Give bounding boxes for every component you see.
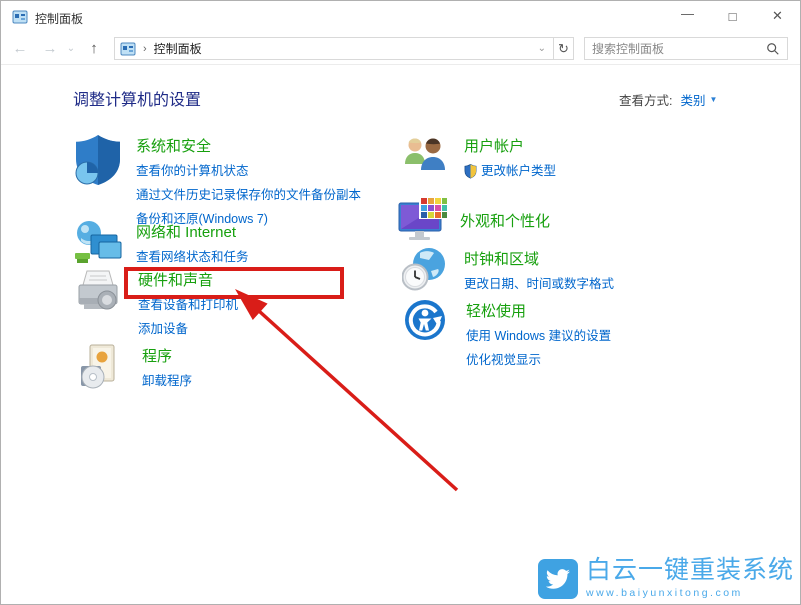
category-hardware-and-sound: 硬件和声音 查看设备和打印机 添加设备	[76, 268, 238, 344]
view-by-dropdown[interactable]: 类别 ▼	[680, 90, 717, 109]
close-button[interactable]: ✕	[755, 1, 800, 31]
watermark-title: 白云一键重装系统	[586, 558, 794, 583]
category-title-ease-of-access[interactable]: 轻松使用	[466, 300, 611, 321]
category-ease-of-access: 轻松使用 使用 Windows 建议的设置 优化视觉显示	[404, 299, 611, 375]
category-link[interactable]: 查看网络状态和任务	[136, 248, 249, 266]
forward-button[interactable]: →	[37, 32, 63, 65]
category-clock-and-region: 时钟和区域 更改日期、时间或数字格式	[402, 247, 614, 299]
minimize-button[interactable]: —	[665, 1, 710, 31]
titlebar: 控制面板 — □ ✕	[1, 1, 800, 32]
category-link[interactable]: 使用 Windows 建议的设置	[466, 327, 611, 345]
network-globe-icon[interactable]	[74, 220, 124, 271]
category-network-and-internet: 网络和 Internet 查看网络状态和任务	[74, 220, 249, 272]
search-box	[584, 37, 788, 60]
monitor-palette-icon[interactable]	[398, 196, 448, 247]
recent-pages-chevron-icon[interactable]: ⌄	[63, 32, 79, 65]
bird-logo-icon	[538, 559, 578, 599]
category-link[interactable]: 更改帐户类型	[481, 162, 556, 180]
maximize-button[interactable]: □	[710, 1, 755, 31]
watermark-url: www.baiyunxitong.com	[586, 587, 794, 599]
category-title-programs[interactable]: 程序	[142, 345, 192, 366]
search-input[interactable]	[585, 42, 766, 56]
category-link[interactable]: 更改日期、时间或数字格式	[464, 275, 614, 293]
search-icon[interactable]	[766, 42, 780, 56]
security-shield-icon[interactable]	[74, 134, 124, 192]
control-panel-icon	[12, 9, 28, 25]
category-title-appearance-and-personalization[interactable]: 外观和个性化	[460, 210, 550, 231]
category-link[interactable]: 通过文件历史记录保存你的文件备份副本	[136, 186, 361, 204]
watermark: 白云一键重装系统 www.baiyunxitong.com	[538, 558, 794, 599]
up-button[interactable]: ↑	[81, 32, 107, 65]
category-link[interactable]: 查看你的计算机状态	[136, 162, 361, 180]
category-link[interactable]: 添加设备	[138, 320, 238, 338]
uac-shield-icon	[464, 163, 477, 179]
category-link[interactable]: 查看设备和打印机	[138, 296, 238, 314]
control-panel-window: 控制面板 — □ ✕ ← → ⌄ ↑ › 控制面板 ⌄ ↻	[0, 0, 801, 605]
navigation-bar: ← → ⌄ ↑ › 控制面板 ⌄ ↻	[1, 32, 800, 65]
printer-icon[interactable]	[76, 268, 126, 319]
breadcrumb[interactable]: 控制面板	[154, 40, 538, 57]
address-dropdown-icon[interactable]: ⌄	[538, 43, 546, 54]
chevron-down-icon: ▼	[710, 95, 718, 104]
view-by-label: 查看方式:	[619, 90, 672, 109]
users-icon[interactable]	[402, 134, 452, 179]
category-title-user-accounts[interactable]: 用户帐户	[464, 135, 556, 156]
back-button[interactable]: ←	[7, 32, 33, 65]
ease-of-access-icon[interactable]	[404, 299, 454, 346]
category-title-clock-and-region[interactable]: 时钟和区域	[464, 248, 614, 269]
category-title-network-and-internet[interactable]: 网络和 Internet	[136, 221, 249, 242]
software-box-icon[interactable]	[80, 344, 130, 395]
address-bar[interactable]: › 控制面板 ⌄	[114, 37, 554, 60]
category-title-hardware-and-sound[interactable]: 硬件和声音	[138, 269, 238, 290]
category-title-system-and-security[interactable]: 系统和安全	[136, 135, 361, 156]
control-panel-icon	[120, 41, 136, 57]
refresh-button[interactable]: ↻	[553, 37, 574, 60]
window-title: 控制面板	[35, 10, 83, 27]
view-by-control: 查看方式: 类别 ▼	[619, 90, 717, 109]
category-link[interactable]: 卸载程序	[142, 372, 192, 390]
category-programs: 程序 卸载程序	[80, 344, 192, 396]
category-link[interactable]: 优化视觉显示	[466, 351, 611, 369]
category-appearance-and-personalization: 外观和个性化	[398, 196, 550, 247]
category-user-accounts: 用户帐户 更改帐户类型	[402, 134, 556, 186]
globe-clock-icon[interactable]	[402, 247, 452, 296]
page-title: 调整计算机的设置	[73, 86, 201, 110]
breadcrumb-chevron-icon[interactable]: ›	[143, 43, 147, 55]
